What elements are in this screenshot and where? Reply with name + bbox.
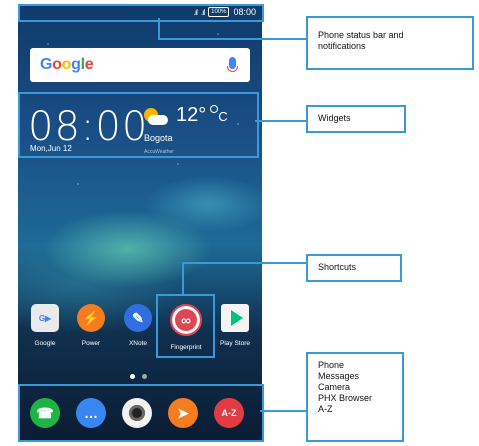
shortcut-row: G▶ Google ⚡ Power ✎ XNote ∞ Fingerprint … bbox=[18, 304, 262, 356]
app-label: Google bbox=[34, 340, 56, 347]
callout-status-bar: Phone status bar and notifications bbox=[306, 16, 474, 70]
play-store-icon bbox=[221, 304, 249, 332]
page-dot[interactable] bbox=[142, 374, 147, 379]
app-label: Power bbox=[81, 340, 101, 347]
callout-widgets: Widgets bbox=[306, 105, 406, 133]
app-label: Play Store bbox=[220, 340, 250, 347]
google-logo: Google bbox=[40, 56, 94, 73]
app-play-store[interactable]: Play Store bbox=[210, 304, 260, 347]
dock-highlight bbox=[18, 384, 264, 442]
app-power[interactable]: ⚡ Power bbox=[66, 304, 116, 347]
phone-screen: .ıl .ıl 100% 08:00 Google 08:00 Mon,Jun … bbox=[18, 4, 262, 442]
connector-line bbox=[158, 18, 160, 40]
callout-dock: Phone Messages Camera PHX Browser A-Z bbox=[306, 352, 404, 442]
shortcuts-highlight bbox=[156, 294, 215, 358]
status-bar-highlight bbox=[18, 4, 264, 22]
xnote-icon: ✎ bbox=[124, 304, 152, 332]
google-folder-icon: G▶ bbox=[31, 304, 59, 332]
microphone-icon[interactable] bbox=[227, 57, 238, 72]
connector-line bbox=[255, 120, 306, 122]
widgets-highlight bbox=[18, 92, 259, 158]
app-google[interactable]: G▶ Google bbox=[20, 304, 70, 347]
google-search-bar[interactable]: Google bbox=[30, 48, 250, 82]
page-indicator bbox=[130, 374, 147, 379]
page-dot-active[interactable] bbox=[130, 374, 135, 379]
power-icon: ⚡ bbox=[77, 304, 105, 332]
connector-line bbox=[260, 410, 306, 412]
callout-shortcuts: Shortcuts bbox=[306, 254, 402, 282]
connector-line bbox=[182, 262, 184, 294]
connector-line bbox=[158, 38, 306, 40]
connector-line bbox=[182, 262, 306, 264]
